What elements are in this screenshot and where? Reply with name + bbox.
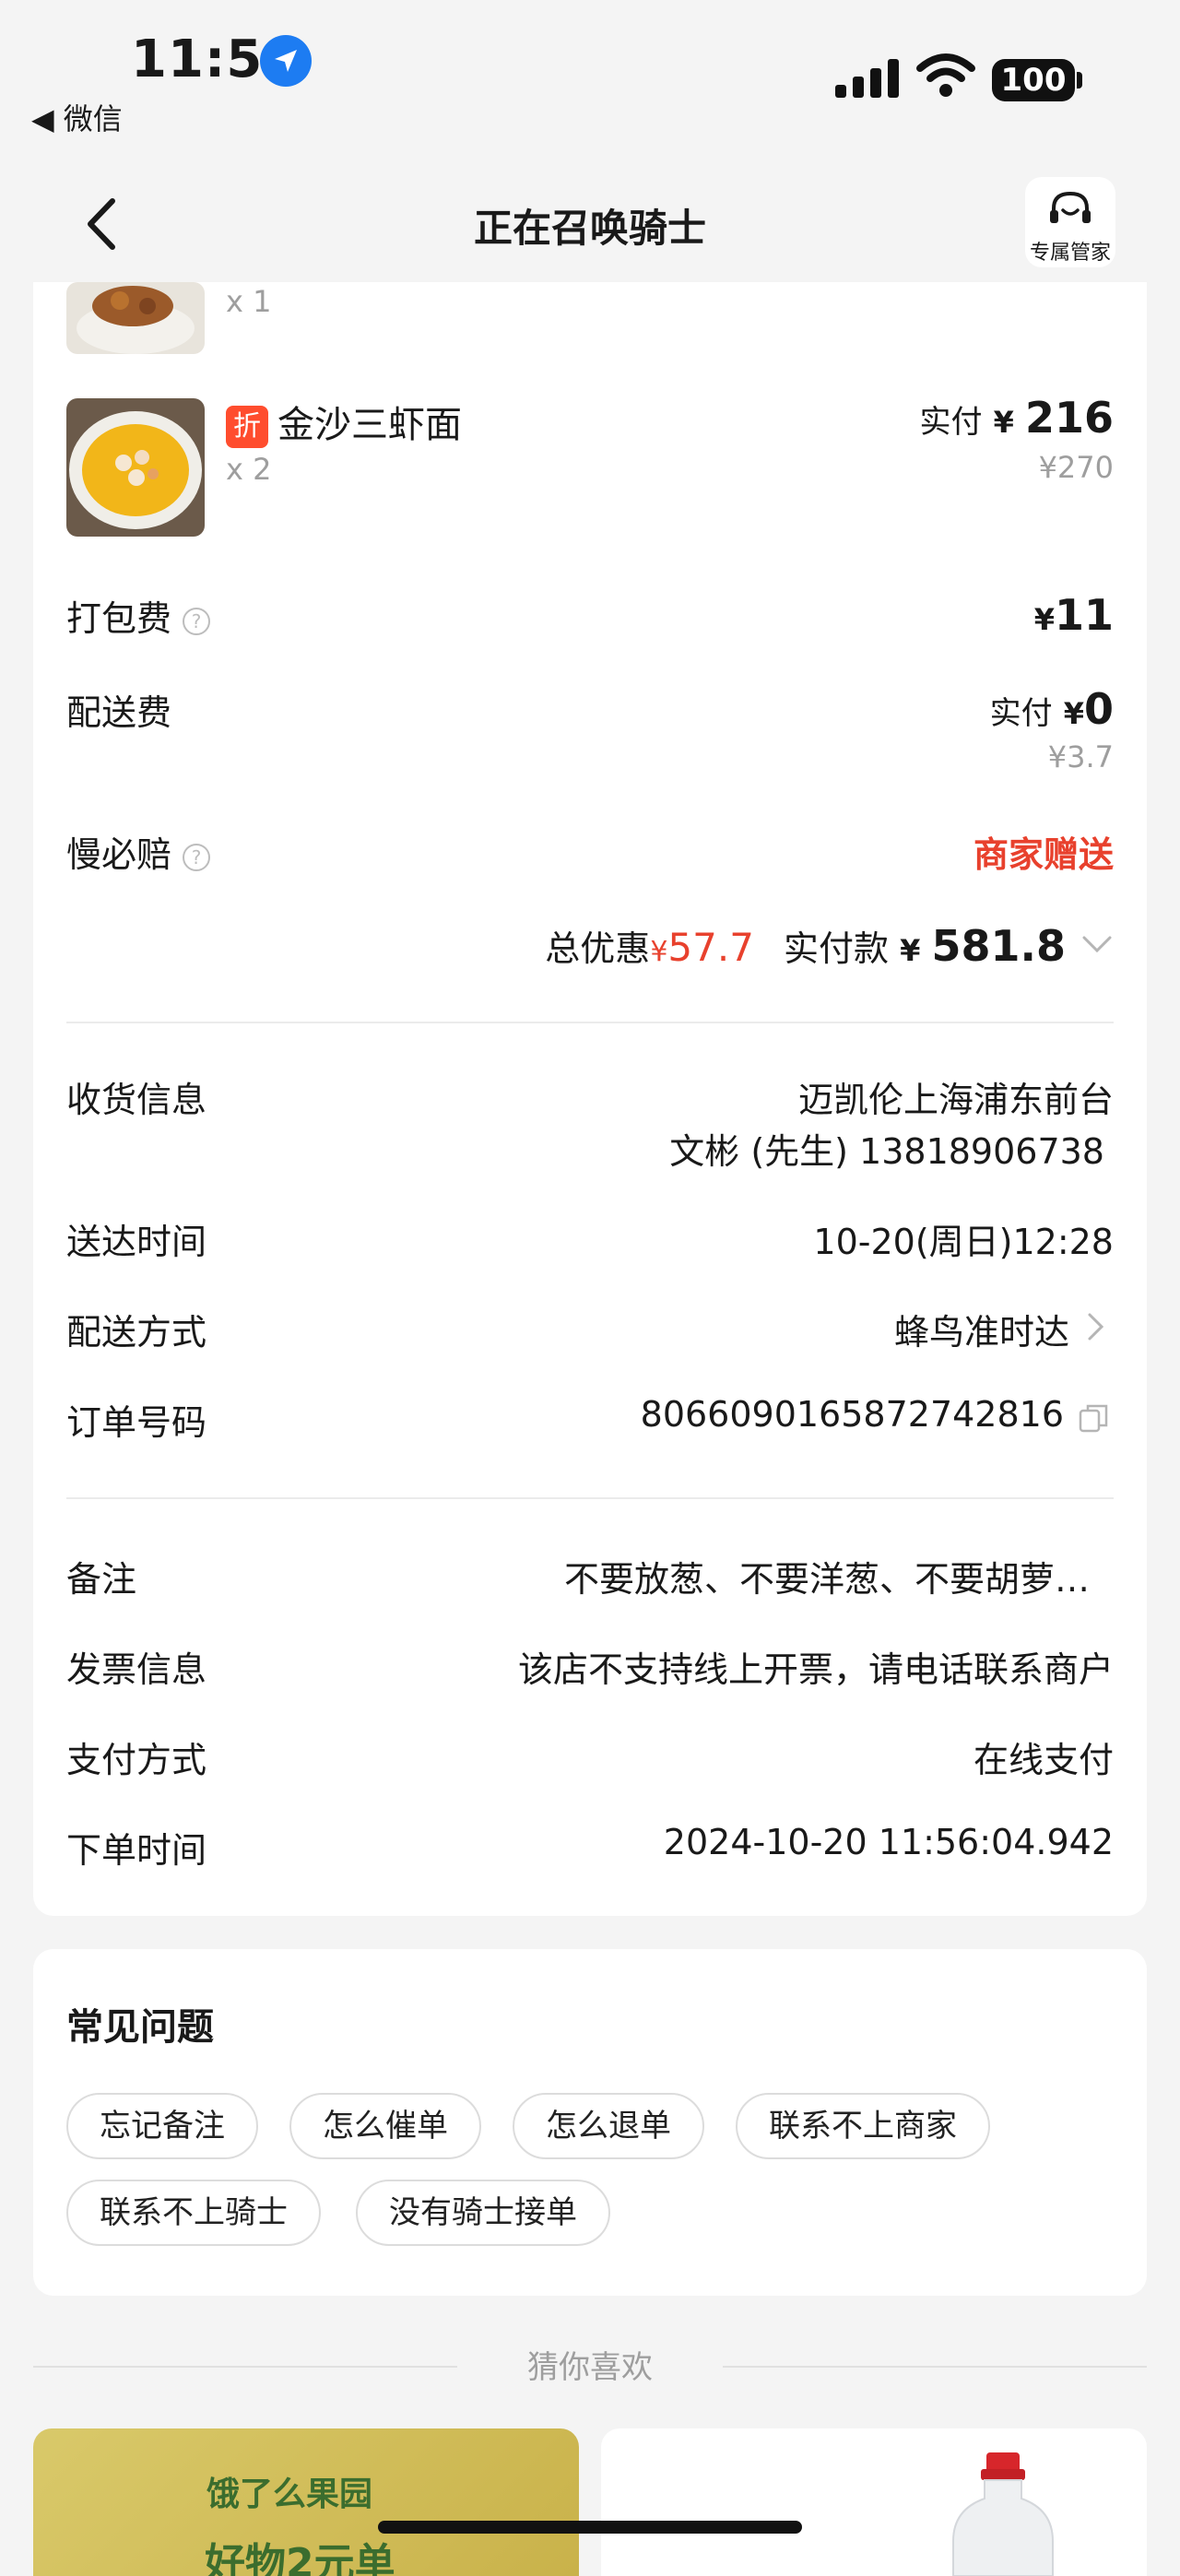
chevron-right-icon[interactable] [1086,1311,1106,1342]
copy-icon[interactable] [1077,1401,1110,1435]
note-value: 不要放葱、不要洋葱、不要胡萝… [563,1559,1090,1600]
battery-tip [1077,72,1082,89]
back-to-wechat-link[interactable]: ◀ 微信 [31,96,123,138]
packing-fee-value: 11 [1054,590,1114,640]
item-2-paid: 216 [1024,393,1114,443]
delivery-method-value: 蜂鸟准时达 [893,1312,1069,1353]
delivery-original: ¥3.7 [1047,739,1114,774]
delivery-fee-value: 0 [1083,684,1114,734]
discount-tag: 折 [226,406,268,448]
faq-title: 常见问题 [66,2006,214,2049]
delivery-paid-label: 实付 [989,695,1053,732]
divider [66,1022,1114,1023]
delivery-fee-label: 配送费 [66,692,172,733]
divider [723,2366,1147,2368]
wifi-icon [916,53,975,97]
promo-card-orchard[interactable]: 饿了么果园 好物2元单 [33,2428,579,2576]
divider [66,1497,1114,1499]
paid-total-label: 实付款 [784,928,890,969]
location-icon [260,35,312,87]
order-time-value: 2024-10-20 11:56:04.942 [663,1822,1114,1862]
payment-method-label: 支付方式 [66,1740,207,1780]
item-1-qty: x 1 [226,284,272,319]
headset-icon [1050,191,1091,223]
discount-yen: ¥ [650,936,668,968]
packing-fee-label: 打包费 [66,598,172,639]
delivery-yen: ¥ [1063,696,1084,731]
delivery-time-label: 送达时间 [66,1222,207,1262]
item-2-name[interactable]: 金沙三虾面 [277,404,462,446]
help-icon[interactable]: ? [183,843,211,871]
help-icon[interactable]: ? [183,607,211,635]
item-2-qty: x 2 [226,452,272,487]
chevron-down-icon[interactable] [1080,933,1114,955]
payment-method-value: 在线支付 [973,1740,1114,1780]
slow-compensation-label: 慢必赔 [66,834,172,875]
slow-compensation-value: 商家赠送 [973,834,1114,875]
food-image-2[interactable] [66,398,205,537]
page-title: 正在召唤骑士 [473,206,706,251]
faq-card: 常见问题 忘记备注 怎么催单 怎么退单 联系不上商家 联系不上骑士 没有骑士接单 [33,1949,1147,2296]
receiver-label: 收货信息 [66,1080,207,1120]
delivery-method-label: 配送方式 [66,1312,207,1353]
delivery-time-value: 10-20(周日)12:28 [813,1222,1114,1262]
invoice-value: 该店不支持线上开票，请电话联系商户 [517,1649,1114,1690]
item-2-name-row: 折金沙三虾面 [226,395,779,448]
faq-chip[interactable]: 怎么催单 [289,2093,481,2159]
butler-button[interactable]: 专属管家 [1025,177,1115,267]
order-time-label: 下单时间 [66,1830,207,1871]
recommend-title: 猜你喜欢 [527,2349,653,2386]
faq-chip[interactable]: 没有骑士接单 [356,2180,610,2246]
item-2-yen: ¥ [993,405,1014,440]
order-number-value: 8066090165872742816 [640,1394,1064,1435]
promo-card-product[interactable] [601,2428,1147,2576]
paid-total-value: 581.8 [931,921,1066,971]
butler-label: 专属管家 [1029,242,1111,265]
faq-chip[interactable]: 联系不上骑士 [66,2180,321,2246]
packing-yen: ¥ [1033,602,1055,637]
invoice-label: 发票信息 [66,1649,207,1690]
note-label: 备注 [66,1559,137,1600]
item-2-original: ¥270 [1038,450,1114,485]
faq-chip[interactable]: 怎么退单 [513,2093,704,2159]
receiver-line2: 文彬 (先生) 13818906738 [669,1131,1104,1172]
discount-label: 总优惠 [545,928,651,969]
receiver-line1: 迈凯伦上海浦东前台 [797,1080,1114,1120]
nav-bar: 正在召唤骑士 专属管家 [0,164,1180,282]
paid-total-yen: ¥ [900,933,921,968]
item-2-paid-label: 实付 [919,404,983,441]
battery-icon: 100 [992,59,1075,101]
cellular-signal-icon [835,59,899,98]
faq-chip[interactable]: 联系不上商家 [736,2093,990,2159]
discount-value: 57.7 [667,925,754,970]
order-detail-card: x 1 折金沙三虾面 x 2 实付 ¥ 216 ¥270 打包费? ¥11 配送… [33,282,1147,1916]
order-number-label: 订单号码 [66,1402,207,1443]
promo-subtitle: 好物2元单 [205,2540,395,2576]
promo-brand: 饿了么果园 [206,2476,373,2513]
food-image-1[interactable] [66,282,205,354]
faq-chip[interactable]: 忘记备注 [66,2093,258,2159]
home-indicator[interactable] [378,2521,802,2534]
status-bar: 11:56 ◀ 微信 100 [0,0,1180,164]
